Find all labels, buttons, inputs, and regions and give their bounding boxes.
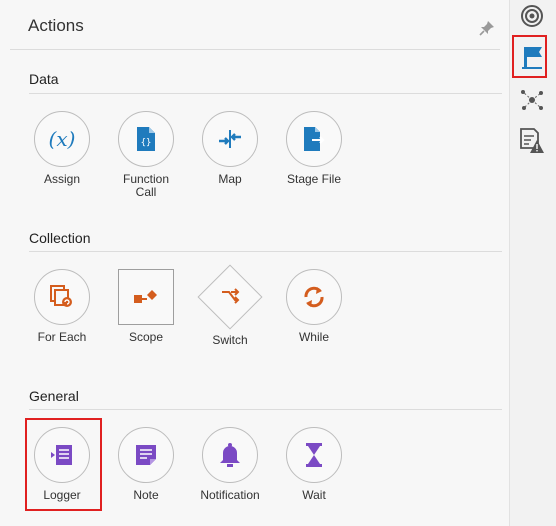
for-each-label: For Each [37, 330, 87, 344]
action-map[interactable]: Map [190, 111, 270, 186]
switch-label: Switch [212, 333, 248, 347]
action-stage-file[interactable]: Stage File [274, 111, 354, 186]
logger-highlight [25, 418, 102, 511]
stage-file-label: Stage File [286, 172, 342, 186]
function-file-icon: {} [137, 127, 155, 151]
hourglass-icon [306, 443, 322, 467]
pin-icon[interactable] [478, 19, 496, 37]
action-scope[interactable]: Scope [106, 269, 186, 344]
function-call-label: Function Call [122, 172, 170, 199]
panel-header: Actions [10, 0, 500, 50]
section-divider [29, 251, 502, 252]
action-note[interactable]: Note [106, 427, 186, 502]
panel-title: Actions [28, 16, 84, 35]
network-icon [521, 90, 543, 110]
section-divider [29, 409, 502, 410]
map-arrows-icon [219, 130, 241, 148]
error-report-icon [520, 128, 544, 153]
flag-highlight [512, 35, 547, 78]
map-label: Map [218, 172, 242, 186]
wait-label: Wait [302, 488, 326, 502]
action-while[interactable]: While [274, 269, 354, 344]
action-for-each[interactable]: For Each [22, 269, 102, 344]
assign-label: Assign [43, 172, 81, 186]
stage-file-button[interactable] [286, 111, 342, 167]
map-button[interactable] [202, 111, 258, 167]
assign-button[interactable]: (x) [34, 111, 90, 167]
notification-button[interactable] [202, 427, 258, 483]
section-title-collection: Collection [29, 230, 91, 246]
right-icon-rail [510, 0, 556, 526]
action-function-call[interactable]: {} Function Call [106, 111, 186, 199]
notification-label: Notification [200, 488, 260, 502]
section-title-general: General [29, 388, 79, 404]
scope-label: Scope [128, 330, 164, 344]
for-each-button[interactable] [34, 269, 90, 325]
target-button[interactable] [517, 1, 547, 31]
action-switch[interactable]: Switch [190, 264, 270, 347]
bell-icon [220, 443, 240, 467]
switch-button[interactable] [197, 264, 263, 330]
svg-text:{}: {} [141, 138, 152, 148]
scope-icon [134, 290, 157, 303]
note-button[interactable] [118, 427, 174, 483]
note-icon [136, 445, 156, 465]
section-divider [29, 93, 502, 94]
switch-icon [222, 288, 240, 304]
action-assign[interactable]: (x) Assign [22, 111, 102, 186]
section-title-data: Data [29, 71, 59, 87]
while-button[interactable] [286, 269, 342, 325]
action-notification[interactable]: Notification [190, 427, 270, 502]
while-label: While [298, 330, 329, 344]
for-each-icon [50, 285, 72, 307]
function-call-button[interactable]: {} [118, 111, 174, 167]
while-loop-icon [304, 286, 324, 308]
action-wait[interactable]: Wait [274, 427, 354, 502]
errors-button[interactable] [517, 126, 547, 156]
scope-button[interactable] [118, 269, 174, 325]
variable-x-icon: (x) [48, 127, 76, 151]
stage-file-icon [304, 127, 325, 151]
network-button[interactable] [517, 85, 547, 115]
note-label: Note [133, 488, 159, 502]
actions-panel: Actions Data (x) Assign {} Function Call… [0, 0, 510, 526]
target-icon [521, 5, 543, 27]
wait-button[interactable] [286, 427, 342, 483]
